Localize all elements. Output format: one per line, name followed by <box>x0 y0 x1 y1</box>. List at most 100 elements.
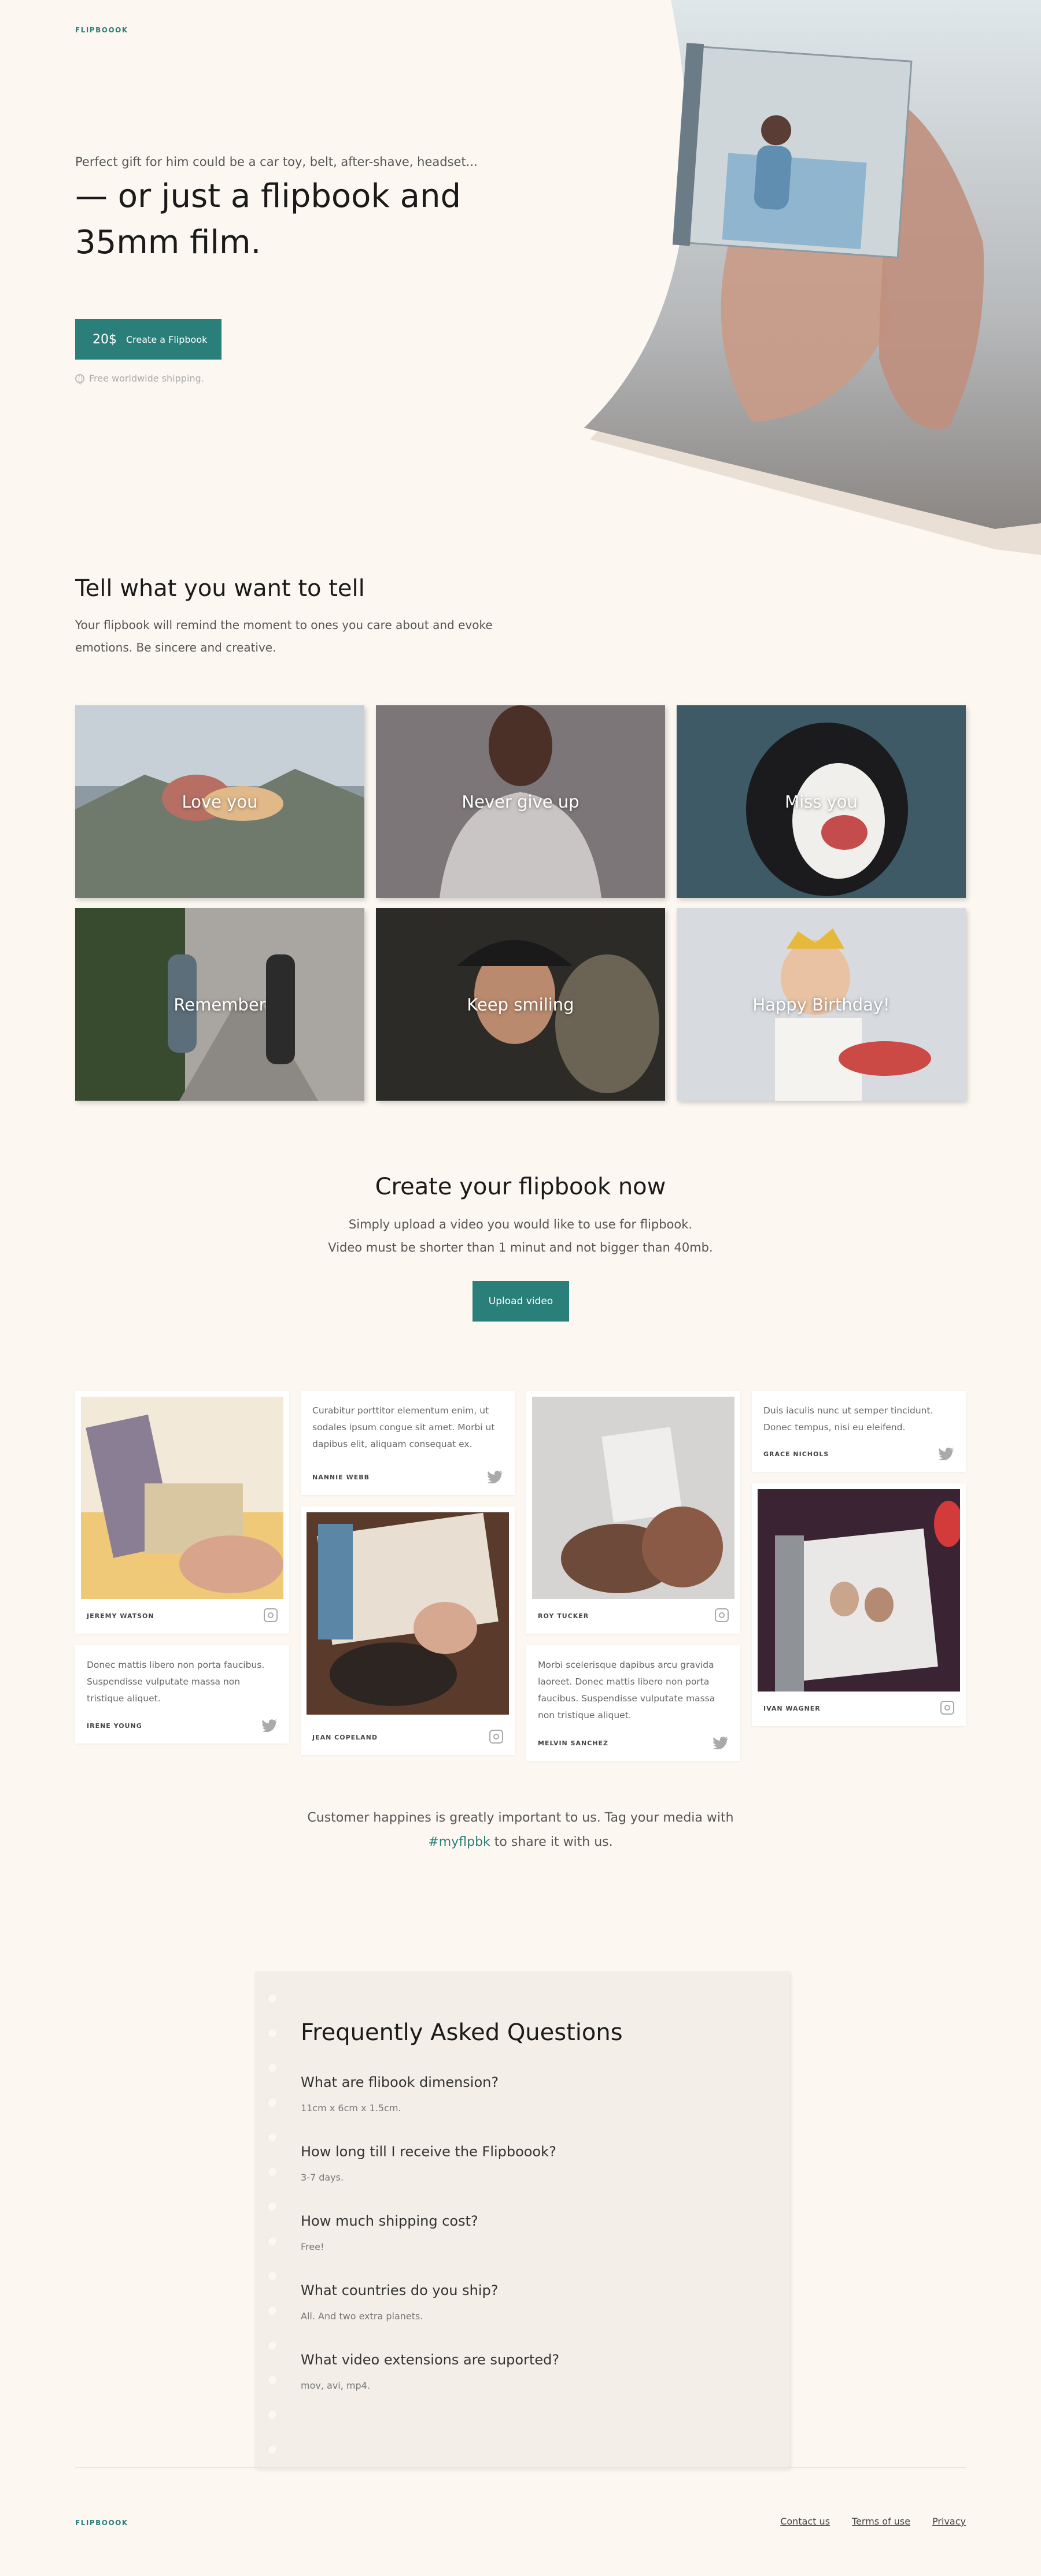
tile-label: Love you <box>182 791 258 812</box>
binder-hole <box>267 2375 276 2384</box>
flipbook-photo <box>758 1489 960 1692</box>
instagram-icon[interactable] <box>489 1730 503 1744</box>
faq-answer: 3-7 days. <box>301 2172 344 2183</box>
reviewer-name: ROY TUCKER <box>538 1612 589 1620</box>
tile-label: Keep smiling <box>467 994 574 1015</box>
binder-hole <box>267 2305 276 2315</box>
review-card: Morbi scelerisque dapibus arcu gravida l… <box>526 1645 740 1761</box>
contact-link[interactable]: Contact us <box>780 2516 830 2527</box>
binder-hole <box>267 2236 276 2245</box>
review-card: Donec mattis libero non porta faucibus. … <box>75 1645 289 1744</box>
review-text: Curabitur porttitor elementum enim, ut s… <box>312 1405 495 1449</box>
flipbook-photo <box>532 1397 734 1599</box>
faq-answer: 11cm x 6cm x 1.5cm. <box>301 2103 401 2114</box>
create-line-2: Video must be shorter than 1 minut and n… <box>328 1241 713 1254</box>
hashtag-note: Customer happines is greatly important t… <box>0 1806 1041 1855</box>
twitter-icon[interactable] <box>487 1471 503 1483</box>
review-card[interactable]: JEREMY WATSON <box>75 1391 289 1634</box>
binder-hole <box>267 1993 276 2003</box>
review-photo <box>81 1397 283 1599</box>
footer-logo[interactable]: FLIPBOOOK <box>75 2519 128 2527</box>
tell-title: Tell what you want to tell <box>75 575 365 602</box>
review-text: Morbi scelerisque dapibus arcu gravida l… <box>538 1660 715 1720</box>
tile-love-you[interactable]: Love you <box>75 705 364 898</box>
reviewer-name: JEAN COPELAND <box>312 1734 378 1741</box>
tile-remember[interactable]: Remember <box>75 908 364 1101</box>
instagram-icon[interactable] <box>264 1608 278 1622</box>
reviewer-name: IRENE YOUNG <box>87 1722 142 1730</box>
footer-divider <box>75 2467 966 2468</box>
shipping-note: Free worldwide shipping. <box>75 373 204 384</box>
binder-hole <box>267 2132 276 2141</box>
price-label: 20$ <box>93 332 117 347</box>
binder-hole <box>267 2097 276 2107</box>
faq-answer: mov, avi, mp4. <box>301 2380 370 2391</box>
binder-hole <box>267 2444 276 2453</box>
review-text: Donec mattis libero non porta faucibus. … <box>87 1660 265 1704</box>
shipping-text: Free worldwide shipping. <box>89 373 204 384</box>
flipbook-photo <box>81 1397 283 1599</box>
flipbook-photo <box>307 1512 509 1715</box>
privacy-link[interactable]: Privacy <box>932 2516 966 2527</box>
review-text: Duis iaculis nunc ut semper tincidunt. D… <box>763 1405 933 1433</box>
reviewer-name: MELVIN SANCHEZ <box>538 1739 609 1747</box>
review-photo <box>532 1397 734 1599</box>
review-photo <box>758 1489 960 1692</box>
create-line-1: Simply upload a video you would like to … <box>348 1217 693 1231</box>
faq-panel: Frequently Asked Questions What are flib… <box>254 1971 789 2468</box>
tile-keep-smiling[interactable]: Keep smiling <box>376 908 665 1101</box>
faq-question: What are flibook dimension? <box>301 2074 499 2090</box>
review-card: Duis iaculis nunc ut semper tincidunt. D… <box>752 1391 966 1472</box>
binder-hole <box>267 2028 276 2037</box>
binder-hole <box>267 2340 276 2349</box>
binder-hole <box>267 2410 276 2419</box>
create-flipbook-label: Create a Flipbook <box>126 334 208 345</box>
message-tiles: Love you Never give up Miss you Remember <box>75 705 966 1101</box>
review-photo <box>307 1512 509 1715</box>
twitter-icon[interactable] <box>261 1719 278 1732</box>
faq-question: What video extensions are suported? <box>301 2352 560 2368</box>
hero-image <box>584 0 1041 555</box>
twitter-icon[interactable] <box>713 1737 729 1749</box>
footer-nav: Contact us Terms of use Privacy <box>780 2516 966 2527</box>
instagram-icon[interactable] <box>940 1701 954 1715</box>
create-flipbook-button[interactable]: 20$ Create a Flipbook <box>75 319 222 360</box>
reviewer-name: JEREMY WATSON <box>87 1612 154 1620</box>
review-card[interactable]: JEAN COPELAND <box>301 1507 515 1755</box>
tile-label: Remember <box>174 994 266 1015</box>
faq-question: How much shipping cost? <box>301 2213 478 2229</box>
faq-question: What countries do you ship? <box>301 2282 499 2299</box>
review-card[interactable]: IVAN WAGNER <box>752 1483 966 1726</box>
globe-icon <box>75 373 84 384</box>
instagram-icon[interactable] <box>715 1608 729 1622</box>
tile-label: Miss you <box>785 791 858 812</box>
faq-title: Frequently Asked Questions <box>301 2019 623 2046</box>
tell-description: Your flipbook will remind the moment to … <box>75 618 493 654</box>
logo[interactable]: FLIPBOOOK <box>75 26 128 34</box>
reviewer-name: IVAN WAGNER <box>763 1705 821 1712</box>
upload-video-button[interactable]: Upload video <box>472 1281 569 1322</box>
terms-link[interactable]: Terms of use <box>852 2516 910 2527</box>
hashtag-text-before: Customer happines is greatly important t… <box>307 1811 734 1825</box>
faq-answer: Free! <box>301 2241 324 2252</box>
review-card[interactable]: ROY TUCKER <box>526 1391 740 1634</box>
reviewer-name: NANNIE WEBB <box>312 1474 370 1481</box>
faq-answer: All. And two extra planets. <box>301 2311 423 2322</box>
hashtag-text-after: to share it with us. <box>494 1835 613 1849</box>
tile-happy-birthday[interactable]: Happy Birthday! <box>677 908 966 1101</box>
tile-never-give-up[interactable]: Never give up <box>376 705 665 898</box>
review-card: Curabitur porttitor elementum enim, ut s… <box>301 1391 515 1495</box>
tile-label: Never give up <box>462 791 579 812</box>
binder-hole <box>267 2167 276 2176</box>
create-description: Simply upload a video you would like to … <box>0 1213 1041 1259</box>
binder-hole <box>267 2063 276 2072</box>
create-title: Create your flipbook now <box>375 1174 666 1200</box>
faq-question: How long till I receive the Flipboook? <box>301 2144 556 2160</box>
hashtag-link[interactable]: #myflpbk <box>428 1835 490 1849</box>
binder-hole <box>267 2271 276 2280</box>
tile-label: Happy Birthday! <box>752 994 890 1015</box>
binder-hole <box>267 2201 276 2211</box>
reviewer-name: GRACE NICHOLS <box>763 1450 829 1458</box>
twitter-icon[interactable] <box>938 1448 954 1460</box>
tile-miss-you[interactable]: Miss you <box>677 705 966 898</box>
